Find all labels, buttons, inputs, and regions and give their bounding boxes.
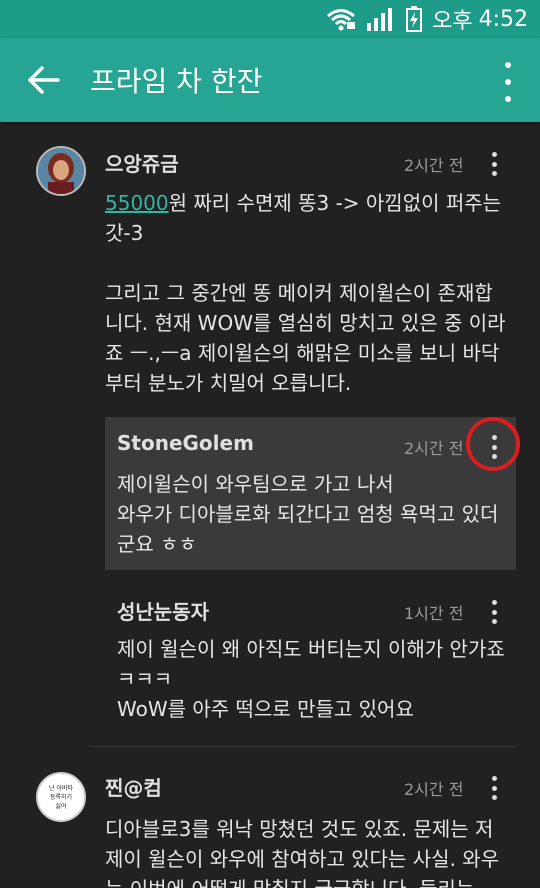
comment-list[interactable]: 으앙쥬금 2시간 전 55000원 짜리 수면제 똥3 -> 아낌없이 퍼주는 …	[0, 122, 540, 888]
comment-body: 55000원 짜리 수면제 똥3 -> 아낌없이 퍼주는 갓-3	[105, 188, 510, 248]
comment-body: 제이윌슨이 와우팀으로 가고 나서 와우가 디아블로화 되간다고 엄청 욕먹고 …	[117, 472, 499, 556]
comment-menu-icon[interactable]	[490, 600, 498, 624]
status-bar: 오후 4:52	[0, 0, 540, 38]
comment-body-paragraph: 그리고 그 중간엔 똥 메이커 제이윌슨이 존재합니다. 현재 WOW를 열심히…	[105, 281, 506, 395]
comment-menu-icon[interactable]	[490, 776, 498, 800]
app-bar: 프라임 차 한잔	[0, 38, 540, 122]
comment-author[interactable]: 찐@컴	[105, 772, 162, 801]
wifi-icon	[327, 9, 356, 31]
avatar-image	[38, 148, 84, 194]
comment-time: 1시간 전	[404, 604, 464, 623]
status-icons: 오후 4:52	[326, 4, 528, 34]
comment-body: 제이 윌슨이 왜 아직도 버티는지 이해가 안가죠 ㅋㅋㅋ WoW를 아주 떡으…	[117, 637, 505, 721]
signal-icon	[367, 8, 393, 31]
comment-author[interactable]: 성난눈동자	[117, 596, 209, 625]
avatar[interactable]: 난 아바타 등록하기 싫어	[36, 772, 86, 822]
page-title: 프라임 차 한잔	[90, 65, 263, 98]
overflow-menu-icon[interactable]	[498, 62, 518, 102]
comment-menu-icon[interactable]	[490, 152, 498, 176]
battery-charging-icon	[406, 6, 423, 32]
divider	[90, 746, 516, 747]
comment-author[interactable]: 으앙쥬금	[105, 148, 179, 177]
comment-author[interactable]: StoneGolem	[117, 431, 254, 455]
comment-link[interactable]: 55000	[105, 191, 169, 215]
status-ampm: 오후	[432, 9, 473, 34]
comment-body: 디아블로3를 워낙 망쳤던 것도 있죠. 문제는 저 제이 윌슨이 와우에 참여…	[105, 817, 500, 888]
reply-item-highlighted: StoneGolem 2시간 전 제이윌슨이 와우팀으로 가고 나서 와우가 디…	[105, 417, 516, 570]
comment-time: 2시간 전	[404, 156, 464, 175]
status-time: 4:52	[478, 6, 528, 32]
comment-time: 2시간 전	[404, 439, 464, 458]
highlight-circle	[466, 417, 520, 471]
back-arrow-icon[interactable]	[24, 60, 64, 100]
comment-time: 2시간 전	[404, 780, 464, 799]
avatar[interactable]	[36, 146, 86, 196]
avatar-text: 난 아바타 등록하기 싫어	[49, 785, 73, 810]
